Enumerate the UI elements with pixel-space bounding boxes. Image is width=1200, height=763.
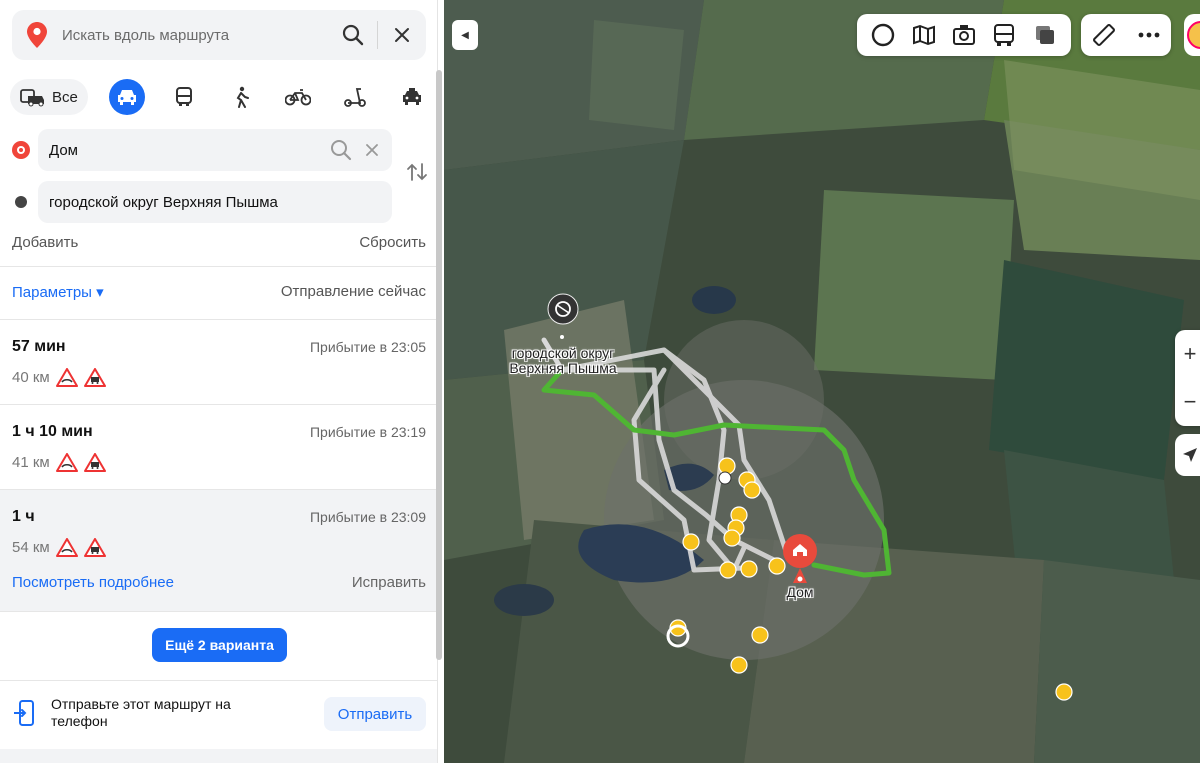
map-view[interactable]: ◀ + − городской округ Верхняя Пышма Дом <box>444 0 1200 763</box>
locate-me-button[interactable] <box>1175 434 1200 476</box>
zoom-controls: + − <box>1175 330 1200 426</box>
route-distance: 40 км <box>12 369 50 386</box>
plus-icon: + <box>1183 341 1197 366</box>
railway-crossing-warning-icon <box>83 368 106 387</box>
mode-bus-button[interactable] <box>166 79 202 115</box>
mode-car-button[interactable] <box>108 79 145 115</box>
mode-bike-button[interactable] <box>280 79 316 115</box>
route-distance-row: 41 км <box>12 453 106 472</box>
route-option-2[interactable]: 1 ч 10 мин Прибытие в 23:19 41 км <box>0 405 437 490</box>
destination-label: городской округ Верхняя Пышма <box>509 345 617 376</box>
car-icon <box>117 90 136 105</box>
railway-crossing-warning-icon <box>83 453 106 472</box>
map-tools-toolbar <box>1081 14 1171 56</box>
search-icon[interactable] <box>330 139 352 161</box>
search-input[interactable]: Искать вдоль маршрута <box>62 27 329 44</box>
more-variants-button[interactable]: Ещё 2 варианта <box>152 628 287 662</box>
route-arrival: Прибытие в 23:05 <box>309 339 426 355</box>
bicycle-icon <box>284 89 311 106</box>
end-point-icon <box>15 196 27 208</box>
params-row: Параметры ▾ Отправление сейчас <box>12 283 426 301</box>
waypoint-to-field[interactable]: городской округ Верхняя Пышма <box>38 181 392 223</box>
avatar <box>1187 21 1200 49</box>
start-point-icon <box>12 141 30 159</box>
departure-time-button[interactable]: Отправление сейчас <box>281 283 426 301</box>
minus-icon: − <box>1183 389 1197 414</box>
mode-taxi-button[interactable] <box>394 79 430 115</box>
transport-modes: Все <box>10 79 430 115</box>
map-layers-toolbar <box>857 14 1071 56</box>
divider <box>0 266 437 267</box>
clear-icon[interactable] <box>366 144 378 156</box>
send-to-phone-text: Отправьте этот маршрут на телефон <box>51 696 231 729</box>
params-dropdown[interactable]: Параметры ▾ <box>12 283 104 301</box>
waypoint-to-row: городской округ Верхняя Пышма <box>0 181 437 223</box>
route-details-link[interactable]: Посмотреть подробнее <box>12 574 174 591</box>
zoom-in-button[interactable]: + <box>1175 330 1200 378</box>
panorama-camera-icon[interactable] <box>949 20 979 50</box>
search-icon[interactable] <box>329 10 377 60</box>
route-option-1[interactable]: 57 мин Прибытие в 23:05 40 км <box>0 320 437 405</box>
ruler-icon[interactable] <box>1089 20 1119 50</box>
location-arrow-icon <box>1183 448 1197 462</box>
route-duration: 1 ч 10 мин <box>12 423 93 440</box>
speed-bump-warning-icon <box>55 453 78 472</box>
chevron-left-icon: ◀ <box>461 29 469 41</box>
send-to-phone-row: Отправьте этот маршрут на телефон Отправ… <box>0 680 437 750</box>
route-duration: 1 ч <box>12 508 35 525</box>
speed-bump-warning-icon <box>55 368 78 387</box>
route-fix-link[interactable]: Исправить <box>352 574 426 591</box>
waypoint-actions: Добавить Сбросить <box>12 234 426 251</box>
swap-waypoints-icon[interactable] <box>406 162 428 187</box>
waypoint-to-value: городской округ Верхняя Пышма <box>49 193 278 211</box>
route-distance-row: 54 км <box>12 538 106 557</box>
phone-send-icon <box>13 700 36 731</box>
route-arrival: Прибытие в 23:09 <box>309 509 426 525</box>
panel-bottom-strip <box>0 749 437 763</box>
route-panel: Искать вдоль маршрута Все Дом городской … <box>0 0 438 763</box>
collapse-panel-button[interactable]: ◀ <box>452 20 478 50</box>
route-search-bar[interactable]: Искать вдоль маршрута <box>12 10 426 60</box>
layers-icon[interactable] <box>868 20 898 50</box>
traffic-layer-icon[interactable] <box>1030 20 1060 50</box>
route-duration: 57 мин <box>12 338 66 355</box>
waypoint-from-row: Дом <box>0 129 437 171</box>
bus-icon <box>175 87 192 106</box>
mode-walk-button[interactable] <box>223 79 259 115</box>
transit-icon[interactable] <box>989 20 1019 50</box>
taxi-icon <box>402 88 421 105</box>
home-label: Дом <box>786 584 814 600</box>
panel-scrollbar[interactable] <box>436 70 442 660</box>
railway-crossing-warning-icon <box>83 538 106 557</box>
route-option-3[interactable]: 1 ч Прибытие в 23:09 54 км Посмотреть по… <box>0 490 437 612</box>
scooter-icon <box>343 88 366 107</box>
mode-all-label: Все <box>52 88 78 106</box>
more-options-icon[interactable] <box>1134 20 1164 50</box>
send-button[interactable]: Отправить <box>324 697 426 731</box>
route-arrival: Прибытие в 23:19 <box>309 424 426 440</box>
route-distance: 54 км <box>12 539 50 556</box>
waypoint-from-field[interactable]: Дом <box>38 129 392 171</box>
mode-scooter-button[interactable] <box>337 79 373 115</box>
close-icon[interactable] <box>378 10 426 60</box>
route-distance: 41 км <box>12 454 50 471</box>
mode-all-button[interactable]: Все <box>10 79 88 115</box>
waypoint-from-value: Дом <box>49 141 78 159</box>
zoom-out-button[interactable]: − <box>1175 378 1200 426</box>
all-transport-icon <box>20 89 44 107</box>
route-distance-row: 40 км <box>12 368 106 387</box>
user-profile-button[interactable] <box>1184 14 1200 56</box>
map-type-icon[interactable] <box>909 20 939 50</box>
add-waypoint-button[interactable]: Добавить <box>12 234 78 251</box>
pedestrian-icon <box>236 86 249 108</box>
location-pin-icon <box>12 22 62 48</box>
satellite-map[interactable] <box>444 0 1200 763</box>
reset-button[interactable]: Сбросить <box>359 234 426 251</box>
speed-bump-warning-icon <box>55 538 78 557</box>
